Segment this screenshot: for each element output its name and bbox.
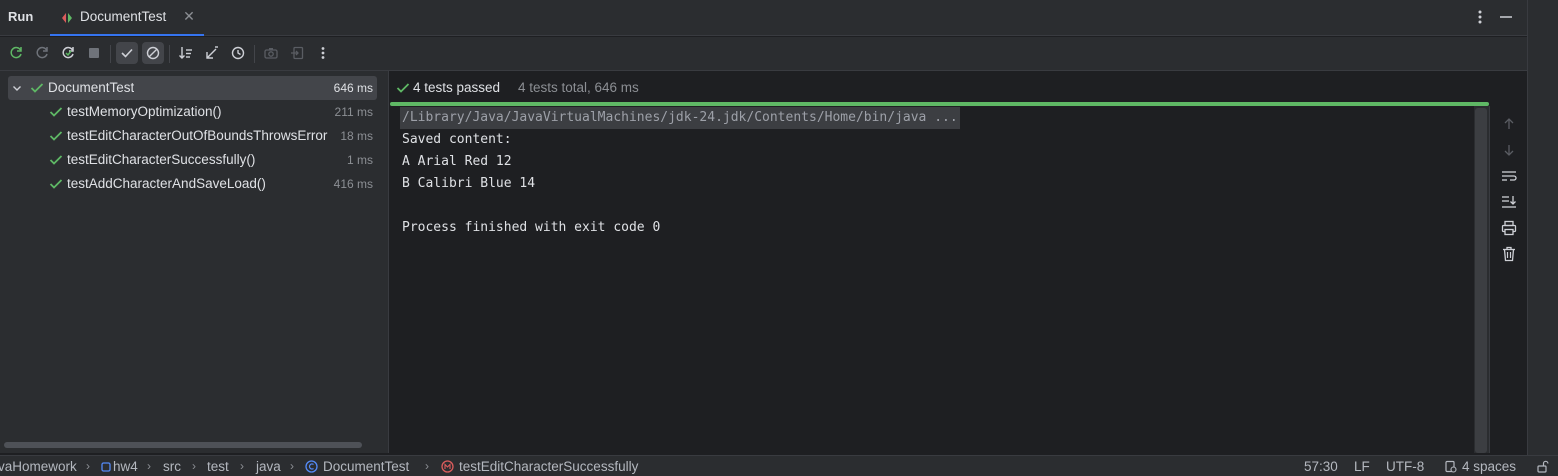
history-icon[interactable] [227, 42, 249, 64]
chevron-right-icon: › [290, 459, 294, 473]
passed-check-icon [49, 154, 63, 166]
tree-item[interactable]: testEditCharacterOutOfBoundsThrowsError … [8, 124, 377, 148]
passed-check-icon [396, 82, 410, 94]
toggle-auto-test-icon[interactable] [57, 42, 79, 64]
tree-item-label: testAddCharacterAndSaveLoad() [67, 176, 266, 191]
scroll-to-end-icon[interactable] [1500, 193, 1518, 211]
console-panel: 4 tests passed 4 tests total, 646 ms /Li… [390, 71, 1527, 453]
show-passed-icon[interactable] [116, 42, 138, 64]
file-encoding[interactable]: UTF-8 [1386, 459, 1424, 474]
indent-settings-icon [1444, 460, 1457, 473]
tree-item-label: testEditCharacterSuccessfully() [67, 152, 256, 167]
passed-check-icon [49, 130, 63, 142]
breadcrumb-src[interactable]: src [163, 459, 181, 474]
tree-item[interactable]: testMemoryOptimization() 211 ms [8, 100, 377, 124]
rerun-failed-icon[interactable] [31, 42, 53, 64]
console-scrollbar[interactable] [1475, 108, 1487, 453]
chevron-right-icon: › [240, 459, 244, 473]
indent-setting[interactable]: 4 spaces [1462, 459, 1516, 474]
tree-item[interactable]: testAddCharacterAndSaveLoad() 416 ms [8, 172, 377, 196]
tab-label: DocumentTest [80, 9, 167, 24]
minimize-icon[interactable] [1497, 8, 1515, 26]
breadcrumb-test[interactable]: test [207, 459, 229, 474]
console-line: B Calibri Blue 14 [402, 176, 536, 191]
tree-item-label: testMemoryOptimization() [67, 104, 222, 119]
more-icon[interactable] [312, 42, 334, 64]
run-tool-window: Run DocumentTest ✕ DocumentTest 646 ms t… [0, 0, 1558, 476]
more-options-icon[interactable] [1472, 8, 1488, 26]
console-side-toolbar [1489, 106, 1527, 453]
close-icon[interactable]: ✕ [182, 9, 196, 23]
tree-item-time: 646 ms [333, 81, 373, 95]
chevron-right-icon: › [147, 459, 151, 473]
passed-check-icon [49, 106, 63, 118]
tree-item-time: 211 ms [334, 105, 373, 119]
class-icon [305, 460, 318, 473]
tree-item-label: DocumentTest [48, 80, 135, 95]
console-command-line[interactable]: /Library/Java/JavaVirtualMachines/jdk-24… [400, 107, 960, 129]
chevron-right-icon: › [192, 459, 196, 473]
breadcrumb-method[interactable]: testEditCharacterSuccessfully [459, 459, 638, 474]
line-ending[interactable]: LF [1354, 459, 1370, 474]
toolbar-separator [254, 45, 255, 63]
run-toolbar [0, 37, 1527, 71]
soft-wrap-icon[interactable] [1500, 167, 1518, 185]
status-bar: vaHomework › hw4 › src › test › java › D… [0, 455, 1558, 476]
chevron-right-icon: › [86, 459, 90, 473]
tests-total-label: 4 tests total, 646 ms [518, 80, 639, 95]
tree-item-label: testEditCharacterOutOfBoundsThrowsError [67, 128, 328, 143]
toolbar-separator [169, 45, 170, 63]
console-line: Saved content: [402, 132, 512, 147]
rerun-icon[interactable] [5, 42, 27, 64]
breadcrumb-module[interactable]: hw4 [113, 459, 138, 474]
tree-item-time: 416 ms [333, 177, 373, 191]
panel-title: Run [8, 9, 34, 24]
arrow-down-icon[interactable] [1500, 141, 1518, 159]
tree-item-time: 1 ms [346, 153, 373, 167]
tree-item-time: 18 ms [340, 129, 373, 143]
console-output[interactable]: /Library/Java/JavaVirtualMachines/jdk-24… [390, 106, 1474, 453]
collapse-icon[interactable] [201, 42, 223, 64]
tool-window-header: Run DocumentTest ✕ [0, 0, 1527, 36]
test-class-icon [60, 11, 74, 25]
test-summary: 4 tests passed 4 tests total, 646 ms [390, 71, 1489, 103]
breadcrumb-class[interactable]: DocumentTest [323, 459, 409, 474]
passed-check-icon [30, 82, 44, 94]
passed-check-icon [49, 178, 63, 190]
console-line: Process finished with exit code 0 [402, 220, 661, 235]
console-line: A Arial Red 12 [402, 154, 512, 169]
test-tree-panel: DocumentTest 646 ms testMemoryOptimizati… [0, 71, 389, 453]
trash-icon[interactable] [1500, 245, 1518, 263]
export-icon[interactable] [286, 42, 308, 64]
tests-passed-label: 4 tests passed [413, 80, 501, 95]
stop-icon[interactable] [83, 42, 105, 64]
lock-icon[interactable] [1536, 460, 1549, 473]
show-ignored-icon[interactable] [142, 42, 164, 64]
method-icon [441, 460, 454, 473]
screenshot-icon[interactable] [260, 42, 282, 64]
chevron-right-icon: › [425, 459, 429, 473]
chevron-down-icon[interactable] [11, 82, 23, 94]
sort-icon[interactable] [175, 42, 197, 64]
horizontal-scrollbar[interactable] [4, 442, 362, 448]
tab-document-test[interactable]: DocumentTest ✕ [50, 0, 204, 36]
toolbar-separator [110, 45, 111, 63]
arrow-up-icon[interactable] [1500, 115, 1518, 133]
tree-item[interactable]: testEditCharacterSuccessfully() 1 ms [8, 148, 377, 172]
print-icon[interactable] [1500, 219, 1518, 237]
tree-root-document-test[interactable]: DocumentTest 646 ms [8, 76, 377, 100]
right-tool-strip [1527, 0, 1558, 455]
caret-position[interactable]: 57:30 [1304, 459, 1338, 474]
breadcrumb-project[interactable]: vaHomework [0, 459, 77, 474]
breadcrumb-java[interactable]: java [256, 459, 281, 474]
module-icon [100, 460, 113, 473]
